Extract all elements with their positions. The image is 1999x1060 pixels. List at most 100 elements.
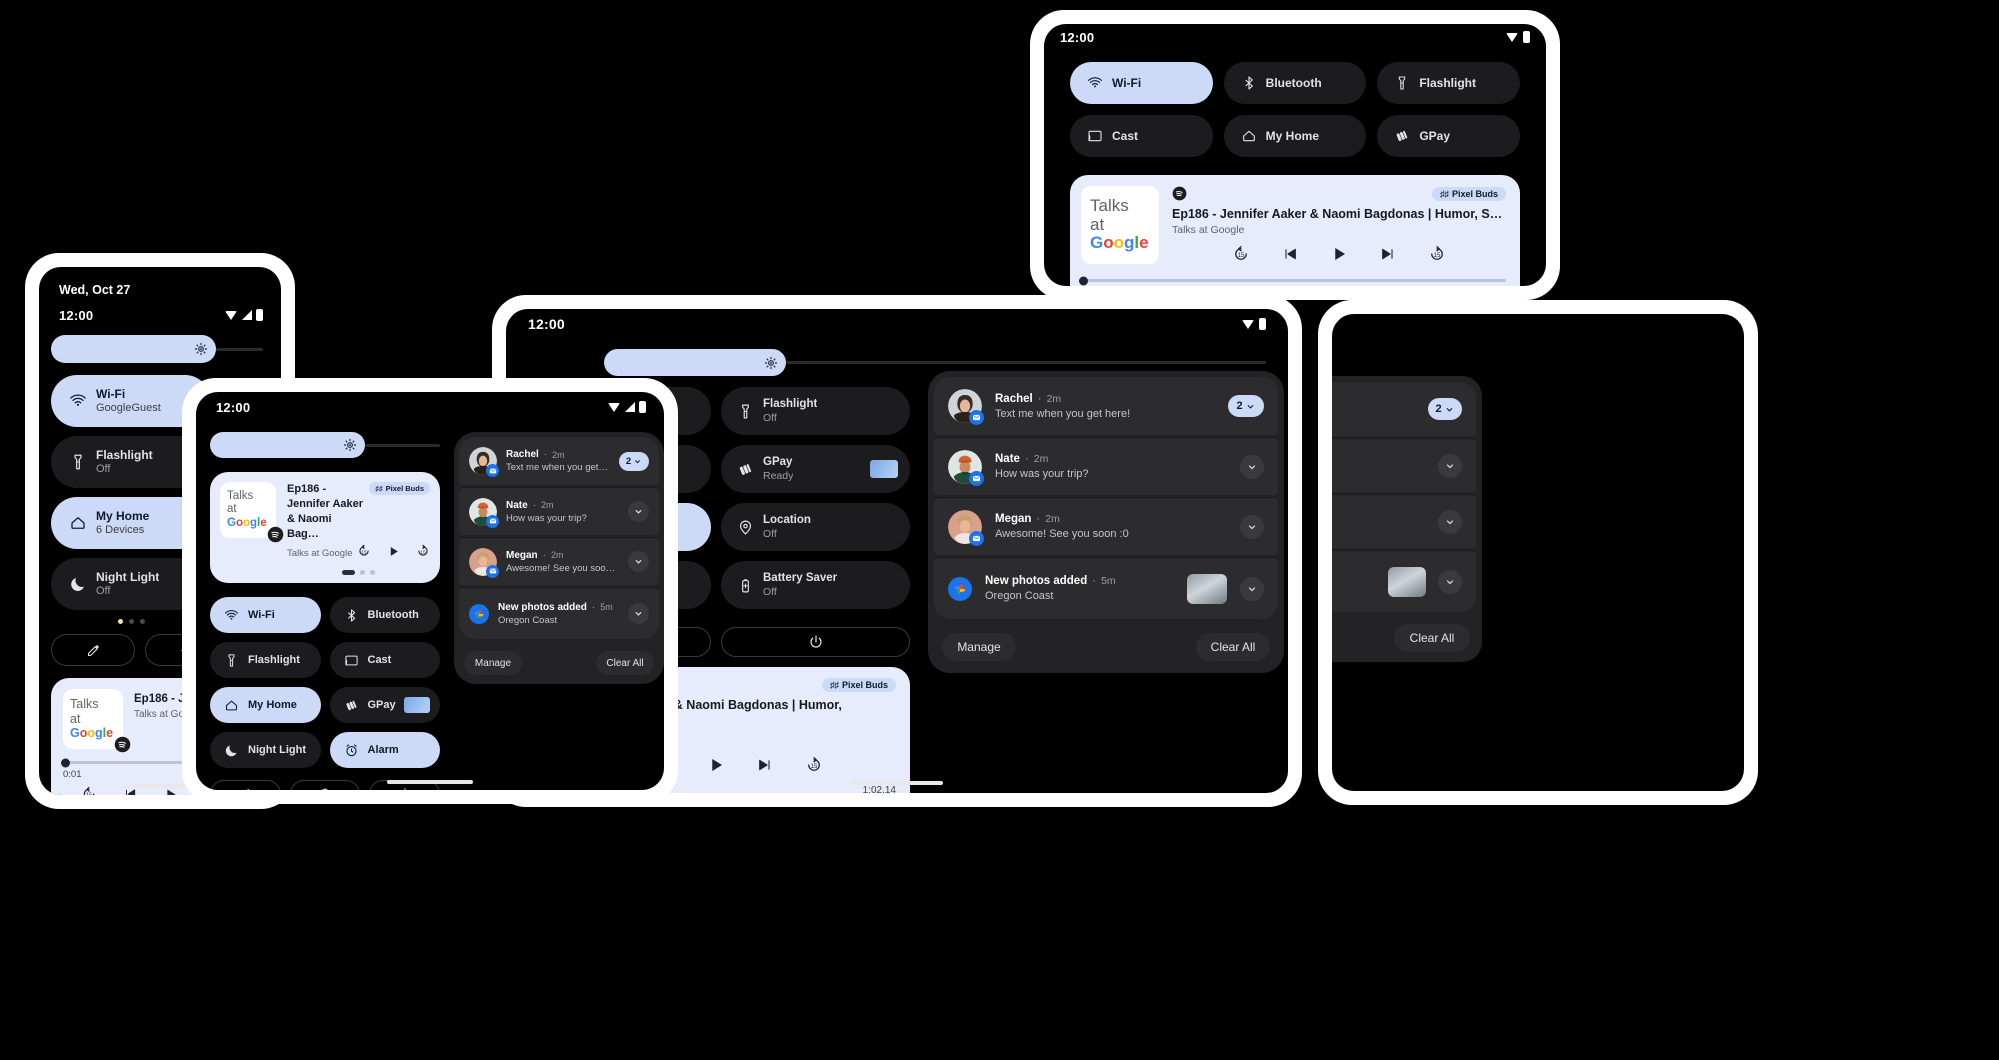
qs-tile-location[interactable]: Location Off xyxy=(721,503,910,551)
table-row[interactable]: 2 xyxy=(1332,382,1476,436)
table-row[interactable] xyxy=(1332,550,1476,612)
qs-tile-battery-saver[interactable]: Battery Saver Off xyxy=(721,561,910,609)
expand-icon-button[interactable] xyxy=(1240,454,1264,479)
table-row[interactable]: Rachel · 2m Text me when you get here! 2 xyxy=(934,377,1278,435)
qs-tile-alarm[interactable]: Alarm xyxy=(329,732,440,769)
expand-icon-button[interactable] xyxy=(628,551,649,572)
brightness-fill[interactable] xyxy=(210,432,365,458)
replay-15-icon[interactable]: 15 xyxy=(1232,245,1250,268)
qs-tile-flashlight[interactable]: Flashlight xyxy=(1377,62,1520,104)
page-dot[interactable] xyxy=(139,619,145,624)
power-button[interactable] xyxy=(721,627,910,657)
expand-icon-button[interactable] xyxy=(1240,576,1264,601)
expand-icon-button[interactable] xyxy=(628,501,649,522)
manage-button[interactable]: Manage xyxy=(942,633,1016,661)
output-device-chip[interactable]: ♯♯ Pixel Buds xyxy=(821,677,896,692)
brightness-slider[interactable] xyxy=(51,335,263,363)
table-row[interactable]: Megan · 2m Awesome! See you soon :0 xyxy=(459,537,659,585)
table-row[interactable]: New photos added · 5m Oregon Coast xyxy=(934,557,1278,619)
manage-button[interactable]: Manage xyxy=(464,651,522,675)
qs-tile-wifi[interactable]: Wi-Fi xyxy=(210,597,321,634)
quick-settings-grid: Wi-Fi Bluetooth Flashlight Cast My Home … xyxy=(1044,50,1546,157)
notification-count-badge[interactable]: 2 xyxy=(1428,398,1462,420)
qs-tile-cast[interactable]: Cast xyxy=(329,642,440,679)
play-icon[interactable] xyxy=(1330,245,1348,268)
skip-next-icon[interactable] xyxy=(757,757,773,778)
notification-panel: Rachel · 2m Text me when you get here! 2 xyxy=(454,432,664,684)
qs-tile-myhome[interactable]: My Home xyxy=(1223,115,1367,157)
album-line-2: at xyxy=(1090,214,1105,234)
forward-15-icon[interactable]: 15 xyxy=(416,544,430,563)
navigation-bar-handle[interactable] xyxy=(387,780,473,784)
expand-icon-button[interactable] xyxy=(1438,569,1462,594)
table-row[interactable]: Nate · 2m How was your trip? xyxy=(459,487,659,535)
skip-previous-icon[interactable] xyxy=(1282,246,1298,267)
output-device-label: Pixel Buds xyxy=(385,484,424,493)
qs-tile-gpay[interactable]: GPay xyxy=(1377,115,1520,157)
table-row[interactable] xyxy=(1332,494,1476,548)
skip-next-icon[interactable] xyxy=(1380,246,1396,267)
expand-icon-button[interactable] xyxy=(1438,509,1462,534)
qs-tile-bluetooth[interactable]: Bluetooth xyxy=(1223,62,1367,104)
message-icon xyxy=(486,514,499,528)
brightness-track[interactable] xyxy=(786,361,1266,364)
table-row[interactable]: Rachel · 2m Text me when you get here! 2 xyxy=(459,437,659,485)
expand-icon-button[interactable] xyxy=(1240,514,1264,539)
notification-count-badge[interactable]: 2 xyxy=(619,451,649,471)
table-row[interactable]: Nate · 2m How was your trip? xyxy=(934,437,1278,495)
settings-button[interactable] xyxy=(289,780,361,790)
brightness-track[interactable] xyxy=(216,347,263,351)
expand-icon-button[interactable] xyxy=(628,603,649,624)
status-bar: 12:00 xyxy=(1044,24,1546,50)
page-dot[interactable] xyxy=(128,619,134,624)
page-dot[interactable] xyxy=(370,570,375,576)
replay-15-icon[interactable]: 15 xyxy=(81,786,97,795)
play-icon[interactable] xyxy=(387,545,400,563)
expand-icon-button[interactable] xyxy=(1438,453,1462,478)
table-row[interactable] xyxy=(1332,438,1476,492)
qs-tile-flashlight[interactable]: Flashlight xyxy=(210,642,321,679)
qs-tile-sub: Off xyxy=(763,585,777,598)
media-player[interactable]: Talks at Google Ep186 - Jennifer Aaker &… xyxy=(210,472,440,584)
qs-tile-label: GPay xyxy=(1419,129,1451,143)
qs-tile-gpay[interactable]: GPay xyxy=(329,687,440,724)
brightness-slider[interactable] xyxy=(210,432,440,458)
clear-all-button[interactable]: Clear All xyxy=(1394,624,1470,652)
edit-button[interactable] xyxy=(51,634,135,666)
media-player[interactable]: Talks at Google ♯♯ Pixel Buds Ep186 - Je… xyxy=(1070,175,1520,286)
clear-all-button[interactable]: Clear All xyxy=(596,651,654,675)
table-row[interactable]: Megan · 2m Awesome! See you soon :0 xyxy=(934,497,1278,555)
brightness-fill[interactable] xyxy=(604,349,786,376)
media-page-dots[interactable] xyxy=(287,570,430,576)
qs-tile-myhome[interactable]: My Home xyxy=(210,687,321,724)
qs-tile-bluetooth[interactable]: Bluetooth xyxy=(329,597,440,634)
page-dot[interactable] xyxy=(360,570,365,576)
qs-tile-wifi[interactable]: Wi-Fi xyxy=(1070,62,1213,104)
table-row[interactable]: New photos added · 5m Oregon Coast xyxy=(459,587,659,639)
pencil-icon xyxy=(247,789,250,790)
qs-tile-night-light[interactable]: Night Light xyxy=(210,732,321,769)
output-device-chip[interactable]: ♯♯ Pixel Buds xyxy=(369,482,430,495)
qs-tile-flashlight[interactable]: Flashlight Off xyxy=(721,387,910,435)
notification-time: 5m xyxy=(1101,575,1116,587)
forward-15-icon[interactable]: 15 xyxy=(1428,245,1446,268)
skip-previous-icon[interactable] xyxy=(123,787,137,795)
album-line-1: Talks xyxy=(227,490,254,503)
navigation-bar-handle[interactable] xyxy=(851,781,943,785)
play-icon[interactable] xyxy=(707,756,725,779)
page-dot-active[interactable] xyxy=(117,619,123,624)
replay-15-icon[interactable]: 15 xyxy=(357,544,371,563)
output-device-chip[interactable]: ♯♯ Pixel Buds xyxy=(1431,186,1506,201)
clear-all-button[interactable]: Clear All xyxy=(1196,633,1270,661)
forward-15-icon[interactable]: 15 xyxy=(805,756,823,779)
notification-count-badge[interactable]: 2 xyxy=(1228,395,1264,417)
brightness-track[interactable] xyxy=(365,443,440,447)
progress-thumb[interactable] xyxy=(1079,276,1088,285)
qs-tile-cast[interactable]: Cast xyxy=(1070,115,1213,157)
media-progress-bar[interactable] xyxy=(1079,276,1506,285)
edit-button[interactable] xyxy=(210,780,281,790)
brightness-fill[interactable] xyxy=(51,335,216,363)
progress-thumb[interactable] xyxy=(61,758,70,767)
qs-tile-gpay[interactable]: GPay Ready xyxy=(721,445,910,493)
page-dot-active[interactable] xyxy=(342,570,355,576)
